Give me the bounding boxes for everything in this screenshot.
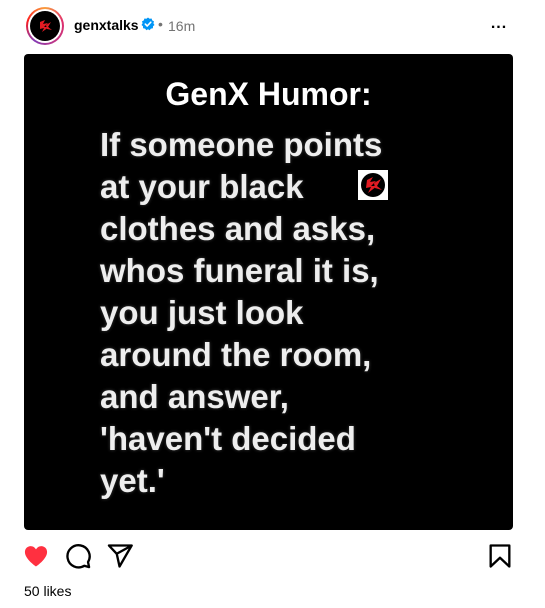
comment-button[interactable] (64, 542, 92, 570)
verified-badge-icon (141, 17, 155, 31)
image-line: whos funeral it is, (100, 252, 379, 289)
post-header: genxtalks • 16m ... (0, 0, 545, 54)
image-line: clothes and asks, (100, 210, 376, 247)
heart-filled-icon (24, 546, 48, 567)
image-line: yet.' (100, 462, 165, 499)
post-image[interactable]: GenX Humor: If someone points at your bl… (24, 54, 513, 530)
image-line: around the room, (100, 336, 372, 373)
image-line: and answer, (100, 378, 289, 415)
avatar[interactable] (26, 7, 64, 45)
image-line: 'haven't decided (100, 420, 356, 457)
more-options-button[interactable]: ... (488, 15, 510, 33)
image-line: If someone points (100, 126, 383, 163)
separator-dot: • (158, 16, 163, 32)
share-paper-plane-icon (107, 544, 133, 568)
comment-icon (66, 544, 91, 569)
image-title: GenX Humor: (165, 76, 372, 112)
genx-watermark-icon (358, 170, 388, 200)
more-options-icon: ... (490, 15, 508, 32)
like-button[interactable] (22, 542, 50, 570)
image-line: at your black (100, 168, 304, 205)
action-bar (0, 538, 545, 574)
username-link[interactable]: genxtalks (74, 17, 139, 33)
post-timestamp[interactable]: 16m (168, 18, 195, 34)
likes-count[interactable]: 50 likes (24, 583, 71, 599)
save-button[interactable] (486, 542, 514, 570)
bookmark-icon (489, 544, 511, 568)
genx-logo-icon (30, 11, 60, 41)
image-text: If someone points at your black clothes … (100, 124, 382, 502)
share-button[interactable] (106, 542, 134, 570)
image-line: you just look (100, 294, 304, 331)
